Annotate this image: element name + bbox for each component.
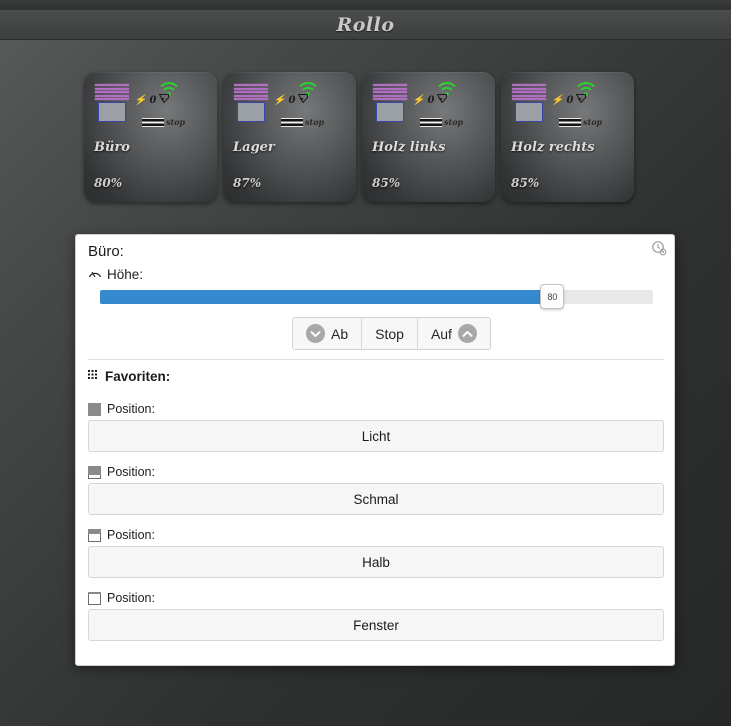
chevron-up-circle-icon <box>457 324 477 343</box>
status-label: stop <box>305 117 325 127</box>
favorite-button-label: Halb <box>362 554 390 570</box>
meter-icon <box>576 94 587 106</box>
movement-button-group: Ab Stop Auf <box>292 317 491 350</box>
status-indicator: stop <box>559 117 602 127</box>
bolt-icon: ⚡ <box>551 94 564 106</box>
card-percent: 85% <box>372 176 401 190</box>
height-label-row: Höhe: <box>88 266 143 282</box>
grid-dots-icon <box>88 369 99 384</box>
power-readout: ⚡ 0 <box>134 94 170 106</box>
favorite-button-halb[interactable]: Halb <box>88 546 664 578</box>
device-card[interactable]: ⚡ 0 stop Büro 80% <box>84 72 217 202</box>
card-percent: 87% <box>233 176 262 190</box>
position-label-row: Position: <box>88 465 664 479</box>
blind-narrow-icon <box>88 465 101 479</box>
status-indicator: stop <box>281 117 324 127</box>
status-label: stop <box>444 117 464 127</box>
height-slider[interactable]: 80 <box>100 284 653 309</box>
card-title: Holz links <box>372 140 446 155</box>
favorite-button-label: Licht <box>361 428 391 444</box>
position-label-row: Position: <box>88 591 664 605</box>
chevron-down-circle-icon <box>306 324 325 343</box>
favorite-button-schmal[interactable]: Schmal <box>88 483 664 515</box>
bolt-icon: ⚡ <box>412 94 425 106</box>
blind-open-icon <box>88 591 101 605</box>
stop-bar-icon <box>420 117 442 127</box>
status-label: stop <box>166 117 186 127</box>
device-card[interactable]: ⚡ 0 stop Holz rechts 85% <box>501 72 634 202</box>
status-label: stop <box>583 117 603 127</box>
dialog-title: Büro: <box>88 243 124 260</box>
position-label: Position: <box>107 465 155 479</box>
stop-bar-icon <box>559 117 581 127</box>
app-header: Rollo <box>0 10 731 40</box>
favorites-header: Favoriten: <box>88 369 170 384</box>
blind-half-icon <box>88 528 101 542</box>
blinds-icon <box>95 84 129 122</box>
card-title: Lager <box>233 140 275 155</box>
power-readout: ⚡ 0 <box>412 94 448 106</box>
meter-icon <box>298 94 309 106</box>
favorite-entry: Position: Fenster <box>88 591 664 641</box>
favorite-entry: Position: Schmal <box>88 465 664 515</box>
stop-bar-icon <box>142 117 164 127</box>
position-label-row: Position: <box>88 528 664 542</box>
favorite-button-label: Fenster <box>353 617 399 633</box>
power-value: 0 <box>149 94 157 106</box>
device-card-list: ⚡ 0 stop Büro 80% ⚡ 0 stop Lager 87% ⚡ 0… <box>84 72 634 202</box>
blind-closed-icon <box>88 402 101 416</box>
control-dialog: Büro: Höhe: 80 Ab Stop Auf Favoriten: Po… <box>75 234 675 666</box>
bolt-icon: ⚡ <box>273 94 286 106</box>
power-value: 0 <box>427 94 435 106</box>
device-card[interactable]: ⚡ 0 stop Lager 87% <box>223 72 356 202</box>
meter-icon <box>437 94 448 106</box>
power-readout: ⚡ 0 <box>551 94 587 106</box>
slider-value: 80 <box>547 291 558 302</box>
blinds-icon <box>234 84 268 122</box>
schedule-settings-icon[interactable] <box>651 240 667 256</box>
power-value: 0 <box>566 94 574 106</box>
app-title: Rollo <box>336 13 395 36</box>
slider-handle[interactable]: 80 <box>540 284 565 309</box>
favorites-label: Favoriten: <box>105 369 171 384</box>
height-label: Höhe: <box>107 266 144 282</box>
status-indicator: stop <box>142 117 185 127</box>
position-label-row: Position: <box>88 402 664 416</box>
stop-button[interactable]: Stop <box>362 318 418 349</box>
device-card[interactable]: ⚡ 0 stop Holz links 85% <box>362 72 495 202</box>
up-button-label: Auf <box>430 325 452 342</box>
favorite-entry: Position: Halb <box>88 528 664 578</box>
down-button[interactable]: Ab <box>293 318 363 349</box>
stop-bar-icon <box>281 117 303 127</box>
position-label: Position: <box>107 402 155 416</box>
favorite-button-label: Schmal <box>353 491 399 507</box>
favorite-button-licht[interactable]: Licht <box>88 420 664 452</box>
favorite-entry: Position: Licht <box>88 402 664 452</box>
power-value: 0 <box>288 94 296 106</box>
favorite-button-fenster[interactable]: Fenster <box>88 609 664 641</box>
meter-icon <box>159 94 170 106</box>
status-indicator: stop <box>420 117 463 127</box>
blinds-icon <box>373 84 407 122</box>
power-readout: ⚡ 0 <box>273 94 309 106</box>
gauge-icon <box>88 266 102 282</box>
bolt-icon: ⚡ <box>134 94 147 106</box>
card-percent: 80% <box>94 176 123 190</box>
position-label: Position: <box>107 528 155 542</box>
card-title: Büro <box>94 140 130 155</box>
stop-button-label: Stop <box>375 325 404 342</box>
card-title: Holz rechts <box>511 140 595 155</box>
up-button[interactable]: Auf <box>417 318 490 349</box>
section-divider <box>88 359 664 360</box>
card-percent: 85% <box>511 176 540 190</box>
blinds-icon <box>512 84 546 122</box>
down-button-label: Ab <box>331 325 349 342</box>
position-label: Position: <box>107 591 155 605</box>
slider-fill <box>100 290 543 304</box>
